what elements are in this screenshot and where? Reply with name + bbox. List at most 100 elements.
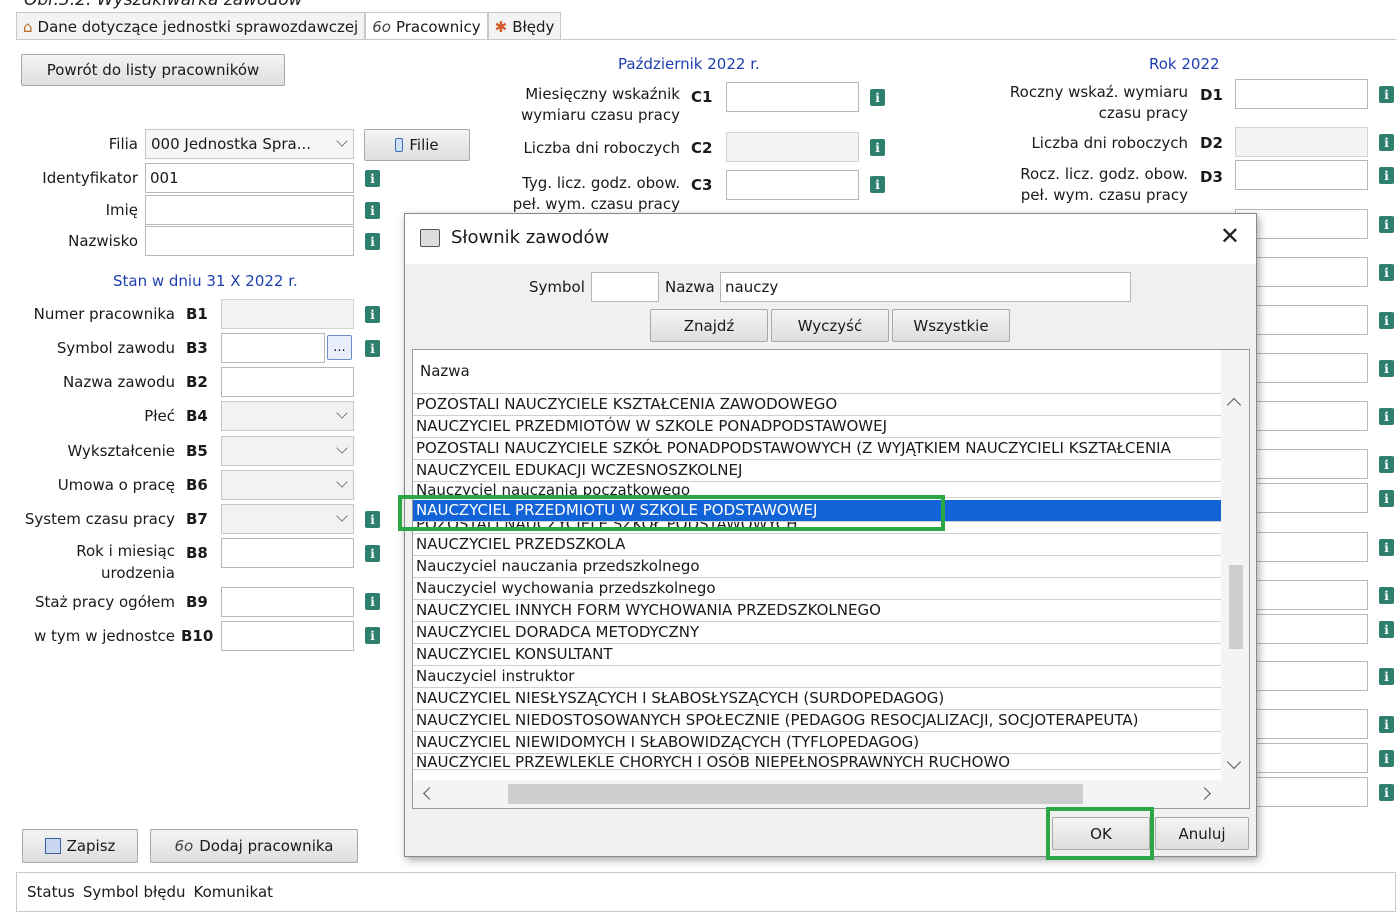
umowa-select[interactable] xyxy=(221,470,354,500)
list-item[interactable]: POZOSTALI NAUCZYCIELE SZKÓŁ PONADPODSTAW… xyxy=(413,438,1221,460)
identyfikator-input[interactable]: 001 xyxy=(145,163,354,193)
d2-input[interactable] xyxy=(1235,127,1368,157)
scroll-up-icon[interactable] xyxy=(1226,397,1242,413)
info-icon[interactable]: i xyxy=(1379,668,1394,685)
info-icon[interactable]: i xyxy=(1379,784,1394,801)
scroll-thumb-horizontal[interactable] xyxy=(508,784,1083,804)
find-button[interactable]: Znajdź xyxy=(650,309,768,342)
status-column[interactable]: Status xyxy=(27,883,75,901)
scroll-right-icon[interactable] xyxy=(1198,787,1211,800)
filia-select[interactable]: 000 Jednostka Spra... xyxy=(145,129,354,159)
device-icon xyxy=(395,138,404,152)
d1-input[interactable] xyxy=(1235,79,1368,109)
imie-input[interactable] xyxy=(145,195,354,225)
clear-button[interactable]: Wyczyść xyxy=(771,309,889,342)
scroll-down-icon[interactable] xyxy=(1226,754,1242,770)
c3-input[interactable] xyxy=(726,170,859,200)
tab-bledy[interactable]: ✱ Błędy xyxy=(487,12,562,40)
filie-button[interactable]: Filie xyxy=(364,129,470,161)
info-icon[interactable]: i xyxy=(365,170,380,187)
info-icon[interactable]: i xyxy=(365,233,380,250)
error-symbol-column[interactable]: Symbol błędu xyxy=(83,883,186,901)
system-czasu-select[interactable] xyxy=(221,504,354,534)
nazwa-input[interactable]: nauczy xyxy=(720,272,1131,302)
info-icon[interactable]: i xyxy=(365,545,380,562)
info-icon[interactable]: i xyxy=(1379,750,1394,767)
info-icon[interactable]: i xyxy=(1379,312,1394,329)
d3-label: Rocz. licz. godz. obow. peł. wym. czasu … xyxy=(1020,165,1188,204)
info-icon[interactable]: i xyxy=(870,139,885,156)
list-item[interactable]: NAUCZYCIEL DORADCA METODYCZNY xyxy=(413,622,1221,644)
code-b2: B2 xyxy=(186,373,208,391)
d3-input[interactable] xyxy=(1235,160,1368,190)
save-button[interactable]: Zapisz xyxy=(22,829,138,863)
list-item[interactable]: NAUCZYCIEL PRZEDMIOTÓW W SZKOLE PONADPOD… xyxy=(413,416,1221,438)
w-tym-input[interactable] xyxy=(221,621,354,651)
info-icon[interactable]: i xyxy=(1379,587,1394,604)
info-icon[interactable]: i xyxy=(1379,456,1394,473)
list-item[interactable]: NAUCZYCIEL NIEDOSTOSOWANYCH SPOŁECZNIE (… xyxy=(413,710,1221,732)
nazwisko-input[interactable] xyxy=(145,226,354,256)
horizontal-scrollbar[interactable] xyxy=(413,780,1249,808)
list-item[interactable]: NAUCZYCIEL PRZEWLEKLE CHORYCH I OSÓB NIE… xyxy=(413,754,1221,770)
all-button[interactable]: Wszystkie xyxy=(892,309,1010,342)
plec-select[interactable] xyxy=(221,401,354,431)
scroll-thumb[interactable] xyxy=(1229,565,1243,649)
list-item[interactable]: Nauczyciel nauczania przedszkolnego xyxy=(413,556,1221,578)
info-icon[interactable]: i xyxy=(870,176,885,193)
info-icon[interactable]: i xyxy=(365,593,380,610)
list-item[interactable]: NAUCZYCIEL PRZEDSZKOLA xyxy=(413,534,1221,556)
tab-pracownicy[interactable]: 6o Pracownicy xyxy=(365,12,488,40)
info-icon[interactable]: i xyxy=(1379,490,1394,507)
nazwa-zawodu-input[interactable] xyxy=(221,367,354,397)
column-header-nazwa[interactable]: Nazwa xyxy=(413,350,1221,394)
list-item[interactable]: NAUCZYCIEL KONSULTANT xyxy=(413,644,1221,666)
info-icon[interactable]: i xyxy=(1379,716,1394,733)
tab-jednostka[interactable]: ⌂ Dane dotyczące jednostki sprawozdawcze… xyxy=(16,12,366,40)
c2-input[interactable] xyxy=(726,132,859,162)
list-item[interactable]: NAUCZYCEIL EDUKACJI WCZESNOSZKOLNEJ xyxy=(413,460,1221,482)
info-icon[interactable]: i xyxy=(365,511,380,528)
close-icon[interactable]: ✕ xyxy=(1220,222,1240,250)
message-column[interactable]: Komunikat xyxy=(194,883,274,901)
glasses-icon: 6o xyxy=(174,837,194,855)
list-item[interactable]: Nauczyciel instruktor xyxy=(413,666,1221,688)
info-icon[interactable]: i xyxy=(1379,621,1394,638)
list-item[interactable]: NAUCZYCIEL NIESŁYSZĄCYCH I SŁABOSŁYSZĄCY… xyxy=(413,688,1221,710)
info-icon[interactable]: i xyxy=(365,202,380,219)
info-icon[interactable]: i xyxy=(365,306,380,323)
c2-label: Liczba dni roboczych xyxy=(523,139,680,157)
info-icon[interactable]: i xyxy=(1379,408,1394,425)
vertical-scrollbar[interactable] xyxy=(1221,350,1249,780)
scroll-left-icon[interactable] xyxy=(423,787,436,800)
numer-pracownika-input[interactable] xyxy=(221,299,354,329)
add-employee-button[interactable]: 6o Dodaj pracownika xyxy=(150,829,358,863)
list-item[interactable]: POZOSTALI NAUCZYCIELE KSZTAŁCENIA ZAWODO… xyxy=(413,394,1221,416)
panel-border xyxy=(16,39,1396,40)
info-icon[interactable]: i xyxy=(1379,216,1394,233)
info-icon[interactable]: i xyxy=(1379,86,1394,103)
info-icon[interactable]: i xyxy=(1379,167,1394,184)
selected-row-highlight xyxy=(398,495,945,531)
c1-input[interactable] xyxy=(726,82,859,112)
wyksztalcenie-select[interactable] xyxy=(221,436,354,466)
list-item[interactable]: NAUCZYCIEL INNYCH FORM WYCHOWANIA PRZEDS… xyxy=(413,600,1221,622)
info-icon[interactable]: i xyxy=(1379,134,1394,151)
list-item[interactable]: Nauczyciel wychowania przedszkolnego xyxy=(413,578,1221,600)
dialog-title: Słownik zawodów xyxy=(451,227,610,248)
staz-input[interactable] xyxy=(221,587,354,617)
info-icon[interactable]: i xyxy=(870,89,885,106)
dialog-titlebar[interactable]: Słownik zawodów ✕ xyxy=(405,214,1256,264)
info-icon[interactable]: i xyxy=(365,340,380,357)
symbol-input[interactable] xyxy=(591,272,659,302)
cancel-button[interactable]: Anuluj xyxy=(1155,817,1249,850)
symbol-zawodu-input[interactable] xyxy=(221,333,325,363)
list-item[interactable]: NAUCZYCIEL NIEWIDOMYCH I SŁABOWIDZĄCYCH … xyxy=(413,732,1221,754)
rok-miesiac-input[interactable] xyxy=(221,538,354,568)
info-icon[interactable]: i xyxy=(365,627,380,644)
back-to-list-button[interactable]: Powrót do listy pracowników xyxy=(21,54,285,86)
info-icon[interactable]: i xyxy=(1379,264,1394,281)
info-icon[interactable]: i xyxy=(1379,539,1394,556)
info-icon[interactable]: i xyxy=(1379,360,1394,377)
browse-button[interactable]: ... xyxy=(327,335,352,360)
